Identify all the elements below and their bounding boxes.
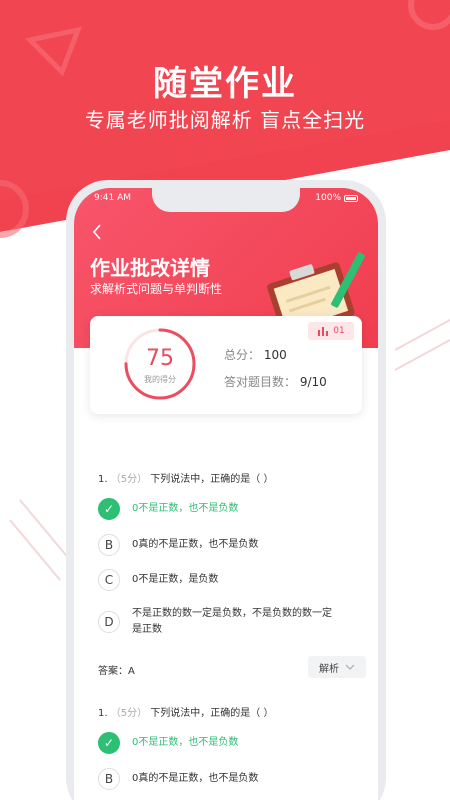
stats-badge[interactable]: 01	[308, 322, 354, 340]
option-letter: D	[98, 611, 120, 633]
check-icon: ✓	[98, 498, 120, 520]
total-value: 100	[263, 348, 287, 362]
score-value: 75	[146, 346, 174, 371]
status-battery: 100%	[315, 193, 358, 203]
explain-button[interactable]: 解析	[308, 656, 366, 678]
promo-title: 随堂作业	[153, 64, 297, 104]
question-text: 下列说法中，正确的是（ ）	[150, 708, 274, 719]
option-a[interactable]: ✓ 0不是正数，也不是负数	[98, 732, 332, 754]
question-points: （5分）	[110, 474, 148, 485]
question-line: 1. （5分） 下列说法中，正确的是（ ）	[98, 470, 273, 485]
score-card: 75 我的得分 总分： 100 答对题目数： 9/10 01	[90, 316, 362, 414]
back-icon[interactable]	[92, 224, 102, 245]
question-points: （5分）	[110, 708, 148, 719]
check-icon: ✓	[98, 732, 120, 754]
option-text: 0真的不是正数，也不是负数	[132, 539, 259, 550]
option-letter: C	[98, 569, 120, 591]
option-text: 0不是正数，是负数	[132, 574, 219, 585]
promo-subtitle: 专属老师批阅解析 盲点全扫光	[84, 108, 366, 132]
question-text: 下列说法中，正确的是（ ）	[150, 474, 274, 485]
page-subtitle: 求解析式问题与单判断性	[90, 282, 223, 296]
total-key: 总分：	[224, 348, 261, 362]
correct-key: 答对题目数：	[224, 375, 297, 389]
option-a[interactable]: ✓ 0不是正数，也不是负数	[98, 498, 332, 520]
option-b[interactable]: B 0真的不是正数，也不是负数	[98, 534, 332, 556]
battery-percent: 100%	[315, 193, 341, 203]
battery-icon	[344, 194, 358, 202]
bar-chart-icon	[318, 327, 329, 336]
option-text: 0不是正数，也不是负数	[132, 503, 239, 514]
answer-text: 答案：A	[98, 666, 135, 677]
question-number: 1.	[98, 708, 108, 719]
chevron-down-icon	[345, 664, 355, 670]
explain-label: 解析	[319, 663, 339, 675]
total-score: 总分： 100	[224, 346, 287, 363]
correct-count: 答对题目数： 9/10	[224, 373, 327, 390]
option-c[interactable]: C 0不是正数，是负数	[98, 569, 332, 591]
option-letter: B	[98, 534, 120, 556]
question-line: 1. （5分） 下列说法中，正确的是（ ）	[98, 704, 273, 719]
stats-badge-label: 01	[333, 326, 345, 336]
option-text: 0不是正数，也不是负数	[132, 737, 239, 748]
score-label: 我的得分	[144, 375, 176, 384]
page-title: 作业批改详情	[90, 256, 210, 280]
question-number: 1.	[98, 474, 108, 485]
correct-value: 9/10	[299, 375, 327, 389]
phone-notch	[152, 188, 300, 212]
option-b[interactable]: B 0真的不是正数，也不是负数	[98, 768, 332, 790]
app-screen: 9:41 AM 100% 作业批改详情 求解析式问题与单判断性 75 我的得分 …	[74, 188, 378, 800]
option-text: 0真的不是正数，也不是负数	[132, 773, 259, 784]
option-d[interactable]: D 不是正数的数一定是负数，不是负数的数一定是正数	[98, 606, 332, 638]
option-letter: B	[98, 768, 120, 790]
status-time: 9:41 AM	[94, 193, 131, 203]
phone-frame: 9:41 AM 100% 作业批改详情 求解析式问题与单判断性 75 我的得分 …	[66, 180, 386, 800]
option-text: 不是正数的数一定是负数，不是负数的数一定是正数	[132, 608, 332, 635]
